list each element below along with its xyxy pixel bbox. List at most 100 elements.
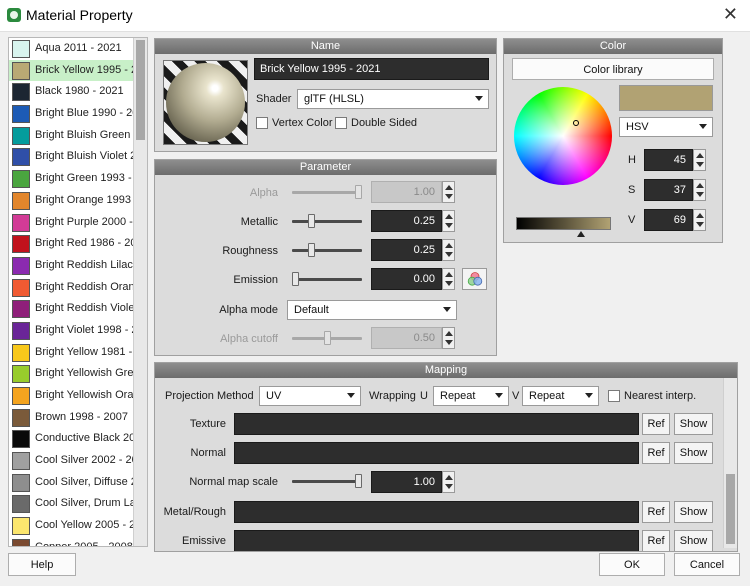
arrow-up-icon[interactable] xyxy=(445,475,453,480)
material-list-item[interactable]: Bright Bluish Green 1999 - 2021 xyxy=(9,125,135,147)
metal-rough-path-field[interactable] xyxy=(234,501,639,523)
alpha-mode-select[interactable]: Default xyxy=(287,300,457,320)
material-list-item[interactable]: Black 1980 - 2021 xyxy=(9,81,135,103)
slider-handle[interactable] xyxy=(323,331,331,345)
roughness-stepper[interactable] xyxy=(442,239,455,261)
alpha-spinbox[interactable]: 1.00 xyxy=(371,181,455,203)
material-list-item[interactable]: Bright Orange 1993 - 2021 xyxy=(9,190,135,212)
material-list-item[interactable]: Brown 1998 - 2007 xyxy=(9,407,135,429)
arrow-up-icon[interactable] xyxy=(445,272,453,277)
texture-show-button[interactable]: Show xyxy=(674,413,713,435)
slider-handle[interactable] xyxy=(307,214,315,228)
wrap-u-select[interactable]: Repeat xyxy=(433,386,509,406)
emissive-ref-button[interactable]: Ref xyxy=(642,530,670,551)
saturation-spinbox[interactable]: 37 xyxy=(644,179,706,201)
roughness-slider[interactable] xyxy=(292,243,362,257)
material-list-item[interactable]: Copper 2005 - 2008 xyxy=(9,537,135,546)
metal-rough-ref-button[interactable]: Ref xyxy=(642,501,670,523)
roughness-value[interactable]: 0.25 xyxy=(371,239,442,261)
arrow-down-icon[interactable] xyxy=(445,340,453,345)
arrow-down-icon[interactable] xyxy=(696,222,704,227)
color-library-button[interactable]: Color library xyxy=(512,58,714,80)
cancel-button[interactable]: Cancel xyxy=(674,553,740,576)
nearest-interp-checkbox[interactable] xyxy=(608,390,620,402)
material-name-field[interactable]: Brick Yellow 1995 - 2021 xyxy=(254,58,489,80)
texture-path-field[interactable] xyxy=(234,413,639,435)
normal-map-scale-value[interactable]: 1.00 xyxy=(371,471,442,493)
material-list-item[interactable]: Bright Green 1993 - 2021 xyxy=(9,168,135,190)
value-spinbox[interactable]: 69 xyxy=(644,209,706,231)
scrollbar-thumb[interactable] xyxy=(136,40,145,140)
shader-select[interactable]: glTF (HLSL) xyxy=(297,89,489,109)
metallic-spinbox[interactable]: 0.25 xyxy=(371,210,455,232)
help-button[interactable]: Help xyxy=(8,553,76,576)
close-icon[interactable]: ✕ xyxy=(723,4,738,25)
material-list-item[interactable]: Cool Silver 2002 - 2011 xyxy=(9,450,135,472)
roughness-spinbox[interactable]: 0.25 xyxy=(371,239,455,261)
emission-value[interactable]: 0.00 xyxy=(371,268,442,290)
alpha-cutoff-spinbox[interactable]: 0.50 xyxy=(371,327,455,349)
material-list-item[interactable]: Cool Silver, Drum Lacquered 2002 xyxy=(9,493,135,515)
value-value[interactable]: 69 xyxy=(644,209,693,231)
arrow-up-icon[interactable] xyxy=(445,331,453,336)
wrap-v-select[interactable]: Repeat xyxy=(522,386,599,406)
normal-show-button[interactable]: Show xyxy=(674,442,713,464)
material-list-item[interactable]: Bright Yellowish Green 1992 - 2021 xyxy=(9,363,135,385)
arrow-up-icon[interactable] xyxy=(696,183,704,188)
material-list-item[interactable]: Conductive Black 2012 - 2021 xyxy=(9,428,135,450)
arrow-down-icon[interactable] xyxy=(445,484,453,489)
value-stepper[interactable] xyxy=(693,209,706,231)
material-list[interactable]: Aqua 2011 - 2021 Brick Yellow 1995 - 2021… xyxy=(8,37,148,547)
material-list-item[interactable]: Bright Reddish Orange 2003 - 2021 xyxy=(9,277,135,299)
projection-method-select[interactable]: UV xyxy=(259,386,361,406)
hue-spinbox[interactable]: 45 xyxy=(644,149,706,171)
normal-map-scale-stepper[interactable] xyxy=(442,471,455,493)
alpha-value[interactable]: 1.00 xyxy=(371,181,442,203)
metal-rough-show-button[interactable]: Show xyxy=(674,501,713,523)
ok-button[interactable]: OK xyxy=(599,553,665,576)
emission-spinbox[interactable]: 0.00 xyxy=(371,268,455,290)
alpha-cutoff-stepper[interactable] xyxy=(442,327,455,349)
metallic-value[interactable]: 0.25 xyxy=(371,210,442,232)
double-sided-checkbox[interactable] xyxy=(335,117,347,129)
material-list-item[interactable]: Bright Bluish Violet 2000 - 2021 xyxy=(9,146,135,168)
material-list-item[interactable]: Bright Red 1986 - 2021 xyxy=(9,233,135,255)
material-list-item[interactable]: Bright Reddish Violet 2001 - 2021 xyxy=(9,298,135,320)
material-list-item[interactable]: Bright Yellow 1981 - 2021 xyxy=(9,342,135,364)
arrow-down-icon[interactable] xyxy=(445,223,453,228)
emissive-show-button[interactable]: Show xyxy=(674,530,713,551)
arrow-up-icon[interactable] xyxy=(445,214,453,219)
material-list-scrollbar[interactable] xyxy=(133,38,147,546)
alpha-stepper[interactable] xyxy=(442,181,455,203)
value-gradient-bar[interactable] xyxy=(516,217,611,230)
emissive-path-field[interactable] xyxy=(234,530,639,551)
arrow-down-icon[interactable] xyxy=(696,192,704,197)
saturation-stepper[interactable] xyxy=(693,179,706,201)
arrow-down-icon[interactable] xyxy=(445,194,453,199)
alpha-slider[interactable] xyxy=(292,185,362,199)
emission-stepper[interactable] xyxy=(442,268,455,290)
material-list-item[interactable]: Bright Purple 2000 - 2021 xyxy=(9,212,135,234)
slider-handle[interactable] xyxy=(355,185,362,199)
arrow-down-icon[interactable] xyxy=(445,252,453,257)
value-marker-icon[interactable] xyxy=(577,231,585,237)
color-mode-select[interactable]: HSV xyxy=(619,117,713,137)
metallic-slider[interactable] xyxy=(292,214,362,228)
arrow-down-icon[interactable] xyxy=(696,162,704,167)
emission-slider[interactable] xyxy=(292,272,362,286)
material-list-item[interactable]: Brick Yellow 1995 - 2021 xyxy=(9,59,135,82)
arrow-up-icon[interactable] xyxy=(696,213,704,218)
arrow-up-icon[interactable] xyxy=(445,243,453,248)
saturation-value[interactable]: 37 xyxy=(644,179,693,201)
scrollbar-thumb[interactable] xyxy=(726,474,735,544)
hue-stepper[interactable] xyxy=(693,149,706,171)
hue-value[interactable]: 45 xyxy=(644,149,693,171)
vertex-color-checkbox[interactable] xyxy=(256,117,268,129)
metallic-stepper[interactable] xyxy=(442,210,455,232)
material-list-item[interactable]: Bright Reddish Lilac 2000 - 2021 xyxy=(9,255,135,277)
alpha-cutoff-value[interactable]: 0.50 xyxy=(371,327,442,349)
arrow-up-icon[interactable] xyxy=(696,153,704,158)
material-list-item[interactable]: Cool Silver, Diffuse 2002 - 2011 xyxy=(9,472,135,494)
slider-handle[interactable] xyxy=(355,474,362,488)
arrow-up-icon[interactable] xyxy=(445,185,453,190)
